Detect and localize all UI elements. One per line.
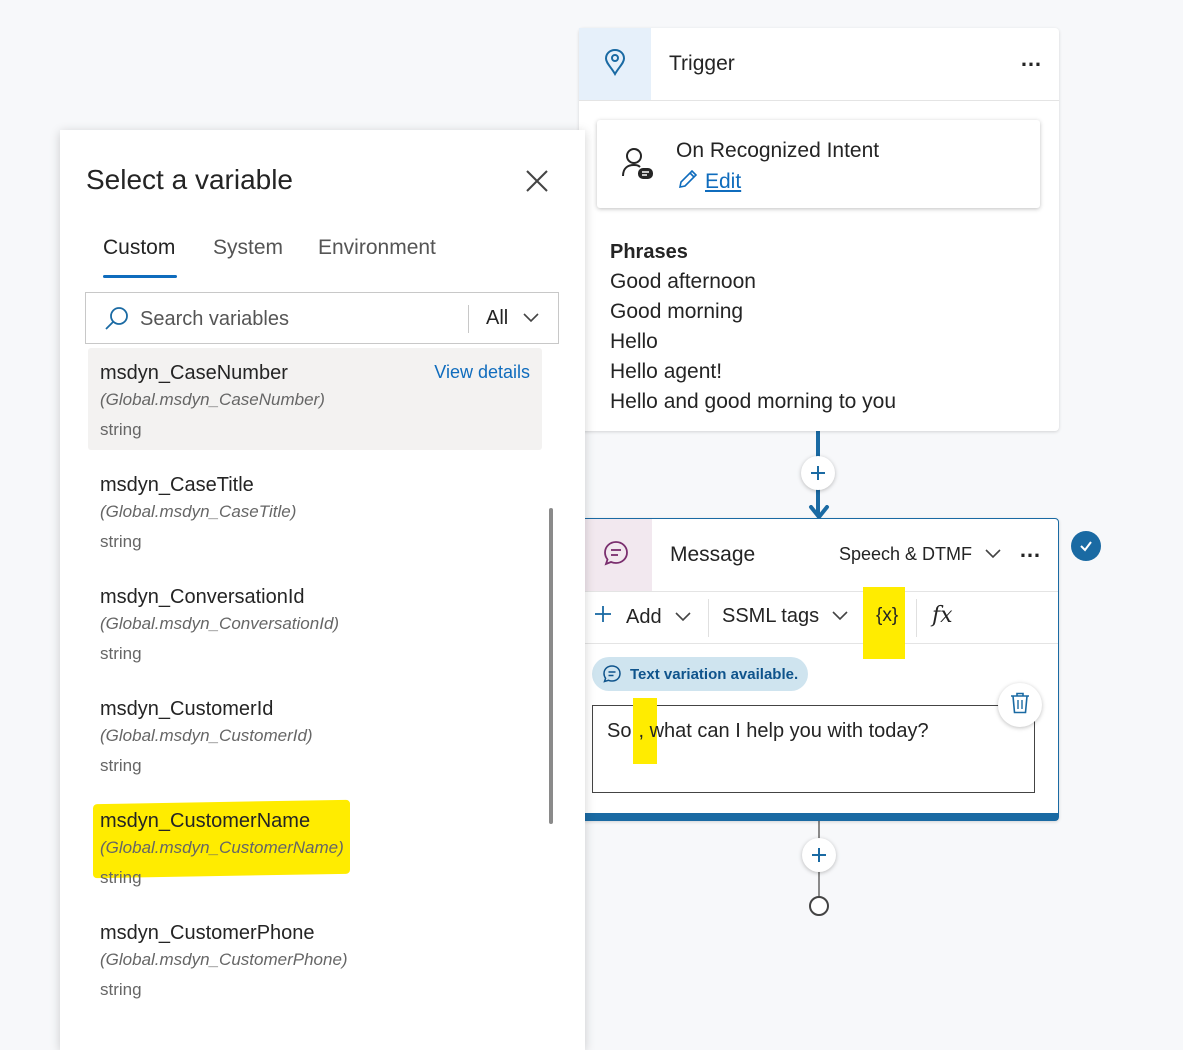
trigger-card-header: Trigger … [579, 28, 1059, 101]
plus-icon [812, 848, 826, 862]
intent-edit-link[interactable]: Edit [677, 168, 741, 196]
phrase-item: Good morning [610, 300, 744, 323]
search-input[interactable] [140, 305, 460, 333]
message-card[interactable]: Message Speech & DTMF … Add SSML tags {x… [579, 518, 1059, 821]
variable-path: (Global.msdyn_CaseNumber) [100, 390, 325, 409]
panel-title: Select a variable [86, 164, 294, 195]
chat-bubble-icon [602, 539, 630, 572]
edit-link-label[interactable]: Edit [705, 170, 741, 194]
delete-button[interactable] [998, 683, 1042, 727]
message-more-button[interactable]: … [1019, 537, 1042, 563]
variable-item[interactable]: msdyn_CustomerId (Global.msdyn_CustomerI… [88, 684, 542, 786]
toolbar-separator [708, 599, 709, 637]
trigger-pin-icon [603, 48, 627, 81]
variable-path: (Global.msdyn_CustomerName) [100, 838, 344, 857]
message-text: So, what can I help you with today? [607, 720, 929, 743]
message-text-part: So [607, 720, 632, 742]
add-node-button-top[interactable] [801, 456, 835, 490]
add-node-button-bottom[interactable] [802, 838, 836, 872]
text-variation-label: Text variation available. [630, 665, 799, 683]
plus-icon [594, 605, 612, 629]
phrase-item: Hello agent! [610, 360, 723, 383]
ssml-label: SSML tags [722, 605, 820, 627]
intent-box[interactable]: On Recognized Intent Edit [597, 120, 1040, 208]
phrases-title: Phrases [610, 241, 688, 263]
chevron-down-icon [984, 544, 1002, 565]
message-text-part: what can I help you with today? [644, 720, 929, 742]
formula-button[interactable]: fx [932, 603, 953, 628]
insert-variable-button[interactable]: {x} [876, 605, 898, 627]
checkmark-icon [1071, 531, 1101, 561]
variable-name: msdyn_ConversationId [100, 586, 305, 608]
variable-name: msdyn_CustomerPhone [100, 922, 315, 944]
variable-name: msdyn_CustomerName [100, 810, 311, 832]
trigger-card[interactable]: Trigger … On Recognized Intent Edit Phra… [579, 28, 1059, 431]
trigger-icon-box [579, 28, 651, 100]
search-icon [104, 306, 130, 337]
phrase-item: Hello and good morning to you [610, 390, 897, 413]
toolbar-separator [916, 599, 917, 637]
chevron-down-icon [674, 606, 692, 629]
text-variation-badge[interactable]: Text variation available. [592, 657, 809, 691]
variable-path: (Global.msdyn_CustomerPhone) [100, 950, 348, 969]
search-separator [468, 305, 469, 333]
active-tab-indicator [103, 275, 177, 278]
chat-bubble-icon [602, 664, 622, 688]
variable-name: msdyn_CaseNumber [100, 362, 288, 384]
chevron-down-icon [522, 307, 540, 330]
end-node-icon [809, 896, 829, 916]
variable-type: string [100, 420, 142, 439]
variable-type: string [100, 532, 142, 551]
variable-type: string [100, 756, 142, 775]
filter-label: All [486, 307, 509, 329]
variable-name: msdyn_CustomerId [100, 698, 274, 720]
pencil-icon [677, 168, 699, 196]
view-details-link[interactable]: View details [434, 362, 530, 383]
plus-icon [811, 466, 825, 480]
variable-item[interactable]: msdyn_ConversationId (Global.msdyn_Conve… [88, 572, 542, 674]
variable-item[interactable]: msdyn_CustomerPhone (Global.msdyn_Custom… [88, 908, 542, 1010]
close-button[interactable] [522, 166, 552, 196]
ssml-tags-dropdown[interactable]: SSML tags [722, 605, 849, 628]
tab-environment[interactable]: Environment [318, 236, 436, 260]
message-card-selected-bar [580, 813, 1058, 820]
close-icon [526, 170, 548, 192]
message-icon-box [580, 519, 652, 591]
variable-item[interactable]: msdyn_CaseNumber View details (Global.ms… [88, 348, 542, 450]
add-button[interactable]: Add [594, 605, 692, 629]
intent-title: On Recognized Intent [676, 139, 880, 162]
message-title: Message [670, 543, 756, 566]
trash-icon [1009, 691, 1031, 720]
tab-system[interactable]: System [213, 236, 283, 260]
mode-label: Speech & DTMF [839, 544, 973, 564]
variable-path: (Global.msdyn_CaseTitle) [100, 502, 297, 521]
phrase-item: Good afternoon [610, 270, 756, 293]
select-variable-panel: Select a variable Custom System Environm… [60, 130, 585, 1050]
variable-path: (Global.msdyn_ConversationId) [100, 614, 340, 633]
phrase-item: Hello [610, 330, 658, 353]
trigger-title: Trigger [669, 52, 735, 75]
trigger-more-button[interactable]: … [1020, 46, 1043, 72]
chevron-down-icon [831, 605, 849, 628]
add-label: Add [626, 605, 662, 628]
message-text-input[interactable]: So, what can I help you with today? [592, 698, 1035, 793]
variable-name: msdyn_CaseTitle [100, 474, 254, 496]
message-toolbar: Add SSML tags {x} fx [580, 587, 1058, 659]
variable-type: string [100, 644, 142, 663]
variable-item[interactable]: msdyn_CaseTitle (Global.msdyn_CaseTitle)… [88, 460, 542, 562]
mode-dropdown[interactable]: Speech & DTMF [839, 544, 1002, 565]
message-card-header: Message Speech & DTMF … [580, 519, 1058, 592]
variable-type: string [100, 980, 142, 999]
filter-dropdown[interactable]: All [486, 307, 540, 330]
variable-type: string [100, 868, 142, 887]
variable-path: (Global.msdyn_CustomerId) [100, 726, 313, 745]
panel-scrollbar[interactable] [549, 508, 553, 824]
variable-item[interactable]: msdyn_CustomerName (Global.msdyn_Custome… [88, 796, 542, 898]
search-box: All [85, 292, 559, 344]
tab-custom[interactable]: Custom [103, 236, 175, 260]
phrases-section: Phrases Good afternoon Good morning Hell… [610, 237, 896, 417]
person-chat-icon [621, 146, 655, 187]
